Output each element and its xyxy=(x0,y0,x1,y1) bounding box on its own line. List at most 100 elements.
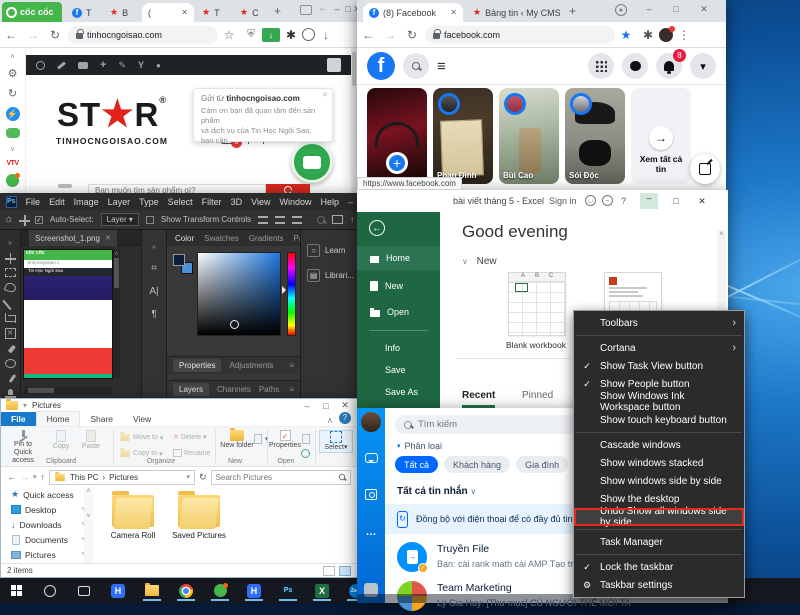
quick-access-toolbar-icon[interactable]: ▾ xyxy=(23,401,27,410)
menu-item-show-ink-workspace[interactable]: Show Windows Ink Workspace button xyxy=(574,393,744,411)
chat-fab-button[interactable] xyxy=(291,141,333,183)
share-icon[interactable]: ↑ xyxy=(350,215,354,224)
search-input[interactable] xyxy=(216,473,334,482)
tab-share[interactable]: Share xyxy=(80,412,123,426)
forward-icon[interactable]: → xyxy=(379,28,401,42)
color-picker-cursor[interactable] xyxy=(230,320,239,329)
section-collapse-icon[interactable]: ∨ xyxy=(462,257,468,266)
wp-comments-icon[interactable] xyxy=(78,62,88,69)
start-button[interactable] xyxy=(4,580,28,601)
site-notification-popup[interactable]: ✕ Gửi từ tinhocngoisao.com Cảm ơn bạn đã… xyxy=(193,88,333,142)
align-left-icon[interactable] xyxy=(258,216,268,224)
minimize-button[interactable]: – xyxy=(640,193,658,209)
story-card[interactable]: Phan Đình xyxy=(433,88,493,184)
hue-slider[interactable] xyxy=(287,252,296,336)
tab-layers[interactable]: Layers xyxy=(173,383,209,396)
tab-channels[interactable]: Channels xyxy=(217,385,251,394)
coccoc-brand-button[interactable]: cốc cốc xyxy=(2,2,62,22)
menu-item-task-manager[interactable]: Task Manager xyxy=(574,533,744,551)
delete-button[interactable]: ✕ Delete▾ xyxy=(173,433,207,441)
coccoc-button[interactable] xyxy=(208,580,232,601)
move-tool[interactable] xyxy=(5,253,16,262)
photoshop-button[interactable]: Ps xyxy=(276,580,300,601)
more-tab[interactable]: … xyxy=(357,520,385,544)
canvas-vertical-scrollbar[interactable]: ∧ xyxy=(113,250,120,378)
brush-settings-panel-icon[interactable]: ⌗ xyxy=(151,263,157,274)
facebook-messenger-button[interactable] xyxy=(622,53,648,79)
libraries-panel-button[interactable]: ▤ Librari... xyxy=(307,269,354,282)
copy-to-button[interactable]: Copy to▾ xyxy=(119,449,163,458)
chats-tab[interactable] xyxy=(357,446,385,470)
settings-gear-icon[interactable]: ⚙ xyxy=(8,67,18,80)
menu-item-show-windows-stacked[interactable]: Show windows stacked xyxy=(574,454,744,472)
download-manager-icon[interactable]: ↓ xyxy=(262,28,280,42)
all-messages-label[interactable]: Tất cả tin nhắn ∨ xyxy=(397,486,476,497)
excel-button[interactable]: X xyxy=(310,580,334,601)
tag-all[interactable]: Tất cả xyxy=(395,456,438,473)
nav-quick-access[interactable]: ★ Quick access xyxy=(1,487,93,502)
up-icon[interactable]: ↑ xyxy=(41,472,46,482)
foreground-color-swatch[interactable] xyxy=(173,254,185,266)
panel-collapse-icon[interactable]: « xyxy=(152,244,156,251)
task-view-button[interactable] xyxy=(72,580,96,601)
tab-home[interactable]: Home xyxy=(36,411,81,426)
properties-button[interactable]: ✓ Properties xyxy=(269,430,301,450)
new-tab-icon[interactable]: + xyxy=(274,4,281,18)
extension-icon[interactable]: ✱ xyxy=(637,28,659,42)
nav-pictures[interactable]: Pictures ✎ xyxy=(1,547,93,562)
forward-icon[interactable]: → xyxy=(20,472,29,482)
sign-in-button[interactable]: Sign in xyxy=(549,196,577,206)
refresh-icon[interactable]: ↻ xyxy=(199,472,207,483)
bookmark-star-icon[interactable]: ★ xyxy=(615,28,637,42)
browser-tab[interactable]: ★ Bảng tin ‹ My CMS — xyxy=(467,3,563,22)
maximize-button[interactable]: □ xyxy=(319,401,333,411)
chrome-tabstrip[interactable]: f (8) Facebook ✕ ★ Bảng tin ‹ My CMS — +… xyxy=(357,0,726,22)
history-button[interactable] xyxy=(301,449,310,458)
menu-item-toolbars[interactable]: Toolbars › xyxy=(574,314,744,332)
tab-pinned[interactable]: Pinned xyxy=(522,390,553,405)
wp-edit-icon[interactable]: ✎ xyxy=(118,60,126,71)
home-icon[interactable]: ⌂ xyxy=(6,214,12,225)
compose-button[interactable] xyxy=(690,154,720,184)
screen-mode-icon[interactable] xyxy=(332,215,343,224)
help-icon[interactable]: ? xyxy=(339,412,351,424)
crop-tool[interactable] xyxy=(5,313,16,322)
close-button[interactable]: ✕ xyxy=(697,4,711,15)
photoshop-canvas[interactable]: cốc cốc tinhocngoisao.c Tin Học Ngôi Sao… xyxy=(21,246,141,398)
browser-tab[interactable]: ★ C xyxy=(234,3,270,22)
running-app-button[interactable]: H xyxy=(242,580,266,601)
clone-stamp-tool[interactable] xyxy=(5,389,16,398)
canvas-horizontal-scrollbar[interactable] xyxy=(24,387,112,394)
thumbnail-view-toggle[interactable] xyxy=(339,566,351,576)
tab-recent[interactable]: Recent xyxy=(462,390,495,408)
document-tab[interactable]: Screenshot_1.png ✕ xyxy=(29,230,117,246)
menu-item-show-windows-side-by-side[interactable]: Show windows side by side xyxy=(574,472,744,490)
tab-close-icon[interactable]: ✕ xyxy=(105,234,111,242)
tab-paths[interactable]: Paths xyxy=(259,385,279,394)
media-control-icon[interactable]: ● xyxy=(615,4,627,16)
tab-view[interactable]: View xyxy=(123,412,161,426)
sidebar-expand-icon[interactable]: ∨ xyxy=(10,145,15,153)
back-icon[interactable]: ← xyxy=(357,28,379,42)
facebook-search-button[interactable] xyxy=(403,53,429,79)
panel-menu-icon[interactable]: ≡ xyxy=(289,385,294,394)
wp-user-avatar[interactable] xyxy=(327,58,341,72)
blank-workbook-template[interactable]: ABC xyxy=(508,272,566,336)
sidebar-item-home[interactable]: Home xyxy=(357,246,440,270)
yoast-icon[interactable]: Y xyxy=(138,60,144,70)
crumb-pictures[interactable]: Pictures xyxy=(109,473,138,482)
lasso-tool[interactable] xyxy=(3,281,16,293)
tabstrip-back-icon[interactable]: ← xyxy=(318,3,328,14)
menu-item-show-task-view[interactable]: ✓ Show Task View button xyxy=(574,357,744,375)
healing-brush-tool[interactable] xyxy=(5,359,16,368)
menu-item-taskbar-settings[interactable]: ⚙ Taskbar settings xyxy=(574,576,744,594)
back-icon[interactable]: ← xyxy=(7,472,16,482)
nav-scrollbar[interactable]: ∧∨ xyxy=(84,487,93,563)
contacts-tab[interactable] xyxy=(357,482,385,506)
help-icon[interactable]: ? xyxy=(621,196,626,206)
color-saturation-picker[interactable] xyxy=(197,252,281,336)
sidebar-collapse-icon[interactable]: ∧ xyxy=(10,52,15,60)
games-icon[interactable] xyxy=(6,128,20,138)
browser-tab[interactable]: f T xyxy=(66,3,102,22)
menu-help[interactable]: Help xyxy=(321,197,340,207)
